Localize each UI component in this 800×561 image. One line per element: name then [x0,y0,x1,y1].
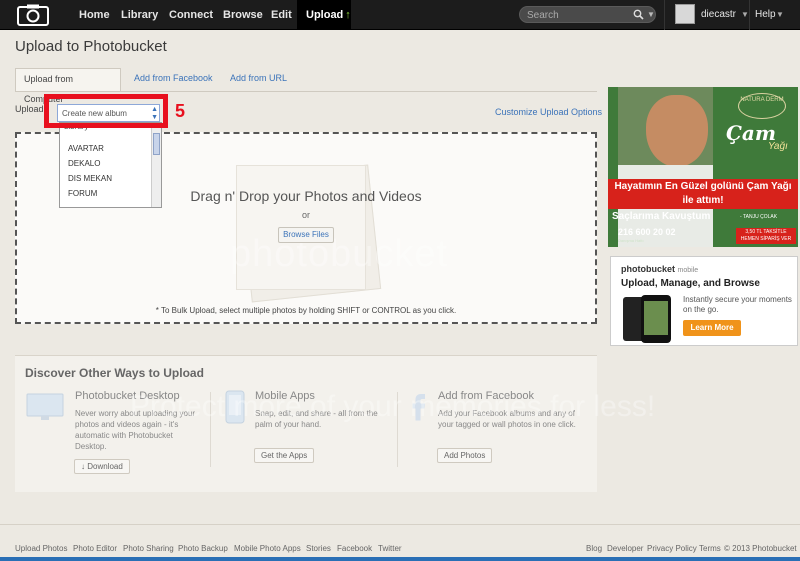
page-title: Upload to Photobucket [15,38,167,55]
ad-phone-number: 216 600 20 02 [618,227,676,237]
footer-link-privacy-policy[interactable]: Privacy Policy [647,544,697,553]
nav-upload-label: Upload [306,9,344,21]
nav-home[interactable]: Home [79,0,110,30]
photobucket-mobile-ad[interactable]: photobucket mobile Upload, Manage, and B… [610,256,798,346]
tab-add-from-facebook[interactable]: Add from Facebook [126,68,221,90]
footer-link-upload-photos[interactable]: Upload Photos [15,544,67,553]
ad-product-subname: Yağı [768,141,788,152]
footer-link-twitter[interactable]: Twitter [378,544,402,553]
ad-signature: - TANJU ÇOLAK [740,214,778,220]
get-the-apps-button[interactable]: Get the Apps [254,448,315,463]
top-nav-bar: Home Library Connect Browse Edit Upload ↑… [0,0,800,30]
footer-link-photo-editor[interactable]: Photo Editor [73,544,117,553]
bulk-upload-hint: * To Bulk Upload, select multiple photos… [155,306,457,315]
ad-description: Instantly secure your moments on the go. [683,295,792,314]
footer-link-terms[interactable]: Terms [699,544,721,553]
scrollbar-thumb[interactable] [153,133,160,155]
annotation-highlight-box [44,94,168,128]
ad-face-shape [646,95,708,167]
footer-link-photo-sharing[interactable]: Photo Sharing [123,544,174,553]
nav-browse[interactable]: Browse [223,0,263,30]
search-box: ▼ [519,6,656,23]
ad-phone-caption: Danışma Hattı [618,238,644,243]
watermark-tagline: Protect more of your memories for less! [130,390,656,423]
nav-library[interactable]: Library [121,0,158,30]
footer-link-mobile-photo-apps[interactable]: Mobile Photo Apps [234,544,301,553]
learn-more-button[interactable]: Learn More [683,320,741,336]
footer-link-facebook[interactable]: Facebook [337,544,372,553]
or-text: or [301,210,310,220]
avatar[interactable] [675,4,695,24]
footer-link-developer[interactable]: Developer [607,544,643,553]
annotation-step-number: 5 [175,101,186,121]
upload-arrow-icon: ↑ [345,9,351,21]
search-icon[interactable] [633,9,644,20]
download-label: Download [87,462,123,471]
ad-logo-text: photobucket [621,264,675,274]
download-button[interactable]: ↓ Download [74,459,130,474]
footer-divider [0,524,800,525]
discover-title: Discover Other Ways to Upload [25,366,204,380]
nav-upload[interactable]: Upload ↑ [297,0,351,30]
nav-connect[interactable]: Connect [169,0,213,30]
watermark-text: photobucket [230,233,449,275]
photobucket-logo-icon[interactable] [17,4,49,26]
upload-to-label: Upload [15,104,44,114]
username[interactable]: diecastr [701,0,736,30]
chevron-down-icon[interactable]: ▼ [741,0,749,30]
os-taskbar-edge [0,557,800,561]
nav-divider [664,0,665,30]
list-item[interactable]: AVARTAR [60,141,161,156]
phone-screen [644,301,668,335]
tab-divider [15,91,597,92]
nav-edit[interactable]: Edit [271,0,292,30]
add-photos-button[interactable]: Add Photos [437,448,493,463]
tab-add-from-url[interactable]: Add from URL [222,68,295,90]
tab-upload-from-computer[interactable]: Upload from Computer [15,68,121,104]
ad-subheadline: Saçlarıma Kavuştum [612,211,711,222]
footer-link-photo-backup[interactable]: Photo Backup [178,544,228,553]
download-arrow-icon: ↓ [81,462,85,471]
natura-derm-ad[interactable]: NATURA DERM Çam Yağı Hayatımın En Güzel … [608,87,798,247]
footer-link-blog[interactable]: Blog [586,544,602,553]
search-input[interactable] [527,8,627,22]
list-item[interactable]: DIS MEKAN [60,171,161,186]
dropdown-scrollbar[interactable] [151,123,161,207]
footer-link-stories[interactable]: Stories [306,544,331,553]
desktop-monitor-icon [26,393,64,420]
help-menu[interactable]: Help [755,0,776,30]
chevron-down-icon[interactable]: ▼ [776,0,784,30]
ad-logo-suffix: mobile [677,267,699,274]
ad-title: Upload, Manage, and Browse [621,278,760,289]
browse-files-button[interactable]: Browse Files [278,227,334,243]
customize-upload-options-link[interactable]: Customize Upload Options [495,107,602,117]
ad-order-button[interactable]: 3,50 TL TAKSİTLE HEMEN SİPARİŞ VER [736,228,796,244]
album-dropdown-list[interactable]: Library AVARTAR DEKALO DIS MEKAN FORUM [59,122,162,208]
ad-headline: Hayatımın En Güzel golünü Çam Yağı ile a… [608,179,798,209]
ad-photobucket-logo: photobucket mobile [621,264,698,274]
footer-copyright: © 2013 Photobucket [724,544,797,553]
chevron-down-icon[interactable]: ▼ [647,10,655,19]
ad-brand-logo: NATURA DERM [738,93,786,119]
nav-divider [749,0,750,30]
list-item[interactable]: DEKALO [60,156,161,171]
phone-image [641,295,671,343]
list-item[interactable]: FORUM [60,186,161,201]
